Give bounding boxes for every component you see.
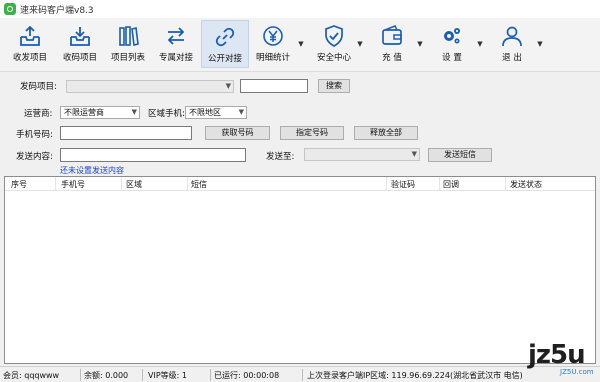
chevron-down-icon[interactable]: ▼ <box>536 40 544 48</box>
toolbar-label: 项目列表 <box>110 53 145 63</box>
region-select[interactable]: 不限地区 ▼ <box>185 106 247 119</box>
user-exit-icon <box>502 26 522 47</box>
carrier-select[interactable]: 不限运营商 ▼ <box>60 106 140 119</box>
assign-number-button[interactable]: 指定号码 <box>280 126 344 140</box>
toolbar-label: 退 出 <box>502 53 522 63</box>
toolbar-public-connect[interactable]: 公开对接 <box>201 20 249 68</box>
status-divider <box>210 369 211 381</box>
site-watermark-logo: jz5u JZ5U.com <box>510 340 598 382</box>
gear-icon <box>444 28 460 44</box>
inbox-upload-icon <box>20 25 40 46</box>
search-button[interactable]: 搜索 <box>318 79 350 93</box>
toolbar-label: 收发项目 <box>12 53 47 63</box>
toolbar-label: 公开对接 <box>207 54 242 64</box>
send-to-select[interactable]: ▼ <box>304 148 420 161</box>
window-title: 速来码客户端v8.3 <box>20 5 94 16</box>
column-divider <box>439 177 440 191</box>
toolbar-receive-code-project[interactable]: 收码项目 <box>58 20 102 68</box>
chevron-down-icon[interactable]: ▼ <box>297 40 305 48</box>
column-divider <box>386 177 387 191</box>
toolbar-label: 专属对接 <box>158 53 193 63</box>
toolbar-label: 收码项目 <box>62 53 97 63</box>
column-divider <box>55 177 56 191</box>
app-logo-icon <box>4 3 16 15</box>
wallet-icon <box>382 25 402 45</box>
column-header[interactable]: 手机号 <box>61 179 85 190</box>
column-header[interactable]: 发送状态 <box>510 179 542 190</box>
region-select-value: 不限地区 <box>189 108 221 117</box>
send-sms-button[interactable]: 发送短信 <box>428 148 492 162</box>
project-label: 发码项目: <box>20 82 57 92</box>
toolbar: 收发项目 收码项目 项目列表 专属对接 公开对接 明细统计 ▼ 安全中心 ▼ 充… <box>0 18 600 72</box>
toolbar-send-receive-project[interactable]: 收发项目 <box>8 20 52 68</box>
column-header[interactable]: 短信 <box>191 179 207 190</box>
column-divider <box>187 177 188 191</box>
inbox-download-icon <box>70 27 90 46</box>
column-header[interactable]: 回调 <box>443 179 459 190</box>
title-bar: 速来码客户端v8.3 <box>0 0 600 18</box>
content-label: 发送内容: <box>16 152 53 162</box>
status-divider <box>302 369 303 381</box>
book-list-icon <box>119 26 139 46</box>
carrier-select-value: 不限运营商 <box>64 108 104 117</box>
table-header: 序号 手机号 区域 短信 验证码 回调 发送状态 <box>5 177 595 191</box>
status-last-login: 上次登录客户端IP区域: 119.96.69.224(湖北省武汉市 电信) <box>307 371 523 380</box>
toolbar-label: 安全中心 <box>316 53 351 63</box>
status-balance: 余额: 0.000 <box>84 371 129 380</box>
shield-check-icon <box>325 25 343 47</box>
column-header[interactable]: 区域 <box>126 179 142 190</box>
chevron-down-icon: ▼ <box>411 150 417 158</box>
toolbar-project-list[interactable]: 项目列表 <box>106 20 150 68</box>
chevron-down-icon: ▼ <box>238 108 244 116</box>
send-to-label: 发送至: <box>266 152 295 162</box>
toolbar-label: 充 值 <box>382 53 402 63</box>
toolbar-exclusive-connect[interactable]: 专属对接 <box>154 20 198 68</box>
not-set-content-link[interactable]: 还未设置发送内容 <box>60 165 124 176</box>
exchange-arrows-icon <box>167 27 185 45</box>
phone-label: 手机号码: <box>16 130 53 140</box>
region-label: 区域手机: <box>148 109 185 119</box>
chevron-down-icon[interactable]: ▼ <box>356 40 364 48</box>
phone-input[interactable] <box>60 126 192 140</box>
status-divider <box>80 369 81 381</box>
status-member: 会员: qqqwww <box>3 371 60 380</box>
carrier-label: 运营商: <box>24 109 53 119</box>
watermark-brand: jz5u <box>528 340 586 370</box>
chevron-down-icon: ▼ <box>225 82 231 90</box>
toolbar-settings[interactable]: 设 置 <box>432 20 472 68</box>
status-runtime: 已运行: 00:00:08 <box>214 371 280 380</box>
toolbar-label: 明细统计 <box>255 53 290 63</box>
toolbar-detail-stats[interactable]: 明细统计 <box>253 20 293 68</box>
content-input[interactable] <box>60 148 246 162</box>
link-chain-icon <box>215 27 235 47</box>
chevron-down-icon[interactable]: ▼ <box>476 40 484 48</box>
watermark-sub: JZ5U.com <box>560 368 594 376</box>
yen-coin-icon <box>263 26 283 46</box>
column-divider <box>121 177 122 191</box>
toolbar-recharge[interactable]: 充 值 <box>372 20 412 68</box>
status-divider <box>142 369 143 381</box>
project-select[interactable]: ▼ <box>66 80 234 93</box>
chevron-down-icon[interactable]: ▼ <box>416 40 424 48</box>
column-divider <box>505 177 506 191</box>
column-header[interactable]: 序号 <box>11 179 27 190</box>
get-number-button[interactable]: 获取号码 <box>205 126 270 140</box>
toolbar-security-center[interactable]: 安全中心 <box>312 20 356 68</box>
sms-table[interactable]: 序号 手机号 区域 短信 验证码 回调 发送状态 <box>4 176 596 364</box>
column-header[interactable]: 验证码 <box>391 179 415 190</box>
project-search-input[interactable] <box>240 79 308 93</box>
toolbar-label: 设 置 <box>442 53 462 63</box>
release-all-button[interactable]: 释放全部 <box>354 126 418 140</box>
status-vip-level: VIP等级: 1 <box>148 371 187 380</box>
toolbar-exit[interactable]: 退 出 <box>492 20 532 68</box>
chevron-down-icon: ▼ <box>131 108 137 116</box>
